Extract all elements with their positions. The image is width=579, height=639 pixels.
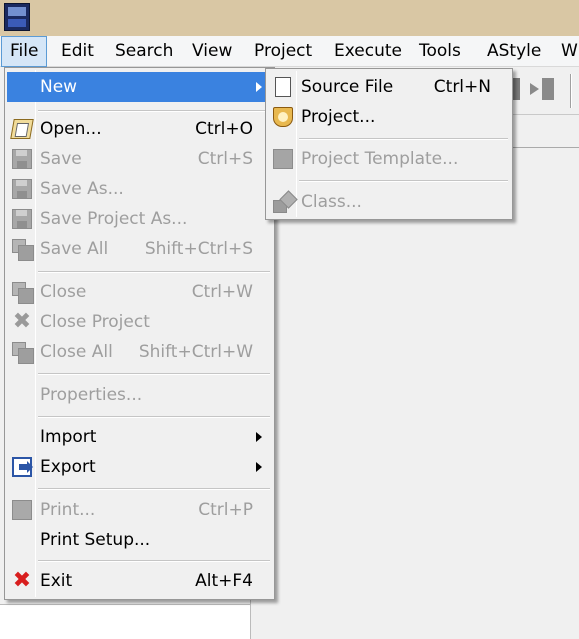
- save-as-icon: [12, 179, 32, 199]
- menu-separator: [38, 271, 270, 273]
- project-icon: [273, 107, 293, 127]
- menu-item-label: Project Template...: [301, 149, 459, 169]
- menu-item-label: Print...: [40, 500, 96, 520]
- menu-astyle[interactable]: AStyle: [479, 36, 549, 67]
- new-submenu: Source File Ctrl+N Project... Project Te…: [265, 68, 513, 220]
- menu-item-save-all[interactable]: Save All Shift+Ctrl+S: [7, 234, 272, 264]
- menu-item-label: Save Project As...: [40, 209, 188, 229]
- menu-window[interactable]: W: [553, 36, 579, 67]
- menu-item-label: Export: [40, 457, 96, 477]
- close-file-icon: [12, 282, 34, 304]
- project-browser-pane[interactable]: [0, 604, 250, 639]
- menu-item-label: Print Setup...: [40, 530, 151, 550]
- menu-item-label: Close All: [40, 342, 113, 362]
- project-template-icon: [273, 149, 293, 169]
- menu-item-class[interactable]: Class...: [268, 187, 510, 217]
- menu-item-label: Save As...: [40, 179, 124, 199]
- editor-area[interactable]: [250, 148, 579, 639]
- menu-file[interactable]: File: [1, 36, 48, 67]
- menu-item-project-template[interactable]: Project Template...: [268, 144, 510, 174]
- menu-item-open[interactable]: Open... Ctrl+O: [7, 114, 272, 144]
- class-icon: [273, 193, 295, 213]
- submenu-arrow-icon: [256, 432, 262, 442]
- menu-item-new[interactable]: New: [7, 72, 272, 102]
- menu-item-save-as[interactable]: Save As...: [7, 174, 272, 204]
- menu-search[interactable]: Search: [107, 36, 181, 67]
- step-forward-icon[interactable]: [530, 76, 556, 102]
- menu-item-label: Open...: [40, 119, 102, 139]
- menu-execute[interactable]: Execute: [326, 36, 410, 67]
- menu-item-close[interactable]: Close Ctrl+W: [7, 277, 272, 307]
- source-file-icon: [275, 77, 291, 97]
- title-bar: [0, 0, 579, 36]
- menu-tools[interactable]: Tools: [411, 36, 469, 67]
- menu-item-label: Properties...: [40, 385, 143, 405]
- menu-item-label: Source File: [301, 77, 394, 97]
- menu-bar: File Edit Search View Project Execute To…: [0, 36, 579, 67]
- menu-item-shortcut: Shift+Ctrl+W: [138, 342, 253, 362]
- menu-separator: [299, 138, 508, 140]
- menu-item-close-project[interactable]: ✖ Close Project: [7, 307, 272, 337]
- close-all-icon: [12, 342, 34, 364]
- exit-icon: ✖: [12, 568, 32, 593]
- print-icon: [12, 500, 32, 520]
- submenu-arrow-icon: [256, 462, 262, 472]
- menu-item-shortcut: Ctrl+O: [195, 119, 253, 139]
- save-project-as-icon: [12, 209, 32, 229]
- menu-item-shortcut: Ctrl+W: [191, 282, 253, 302]
- menu-item-print[interactable]: Print... Ctrl+P: [7, 495, 272, 525]
- menu-item-label: Save All: [40, 239, 109, 259]
- menu-separator: [299, 180, 508, 182]
- menu-separator: [38, 488, 270, 490]
- menu-edit[interactable]: Edit: [53, 36, 102, 67]
- menu-item-shortcut: Ctrl+N: [433, 77, 491, 97]
- menu-item-save[interactable]: Save Ctrl+S: [7, 144, 272, 174]
- save-all-icon: [12, 239, 34, 261]
- menu-item-label: New: [40, 77, 78, 97]
- menu-project[interactable]: Project: [246, 36, 320, 67]
- menu-item-label: Close Project: [40, 312, 150, 332]
- menu-item-shortcut: Shift+Ctrl+S: [144, 239, 253, 259]
- menu-item-exit[interactable]: ✖ Exit Alt+F4: [7, 566, 272, 596]
- menu-separator: [38, 416, 270, 418]
- menu-item-label: Class...: [301, 192, 362, 212]
- menu-item-label: Save: [40, 149, 82, 169]
- menu-item-properties[interactable]: Properties...: [7, 380, 272, 410]
- file-menu: New Open... Ctrl+O Save Ctrl+S Save As..…: [4, 67, 275, 600]
- menu-item-import[interactable]: Import: [7, 422, 272, 452]
- menu-item-source-file[interactable]: Source File Ctrl+N: [268, 72, 510, 102]
- menu-item-new-project[interactable]: Project...: [268, 102, 510, 132]
- menu-item-print-setup[interactable]: Print Setup...: [7, 525, 272, 555]
- menu-separator: [38, 560, 270, 562]
- submenu-arrow-icon: [256, 82, 262, 92]
- menu-item-export[interactable]: Export: [7, 452, 272, 482]
- menu-item-shortcut: Alt+F4: [195, 571, 253, 591]
- close-project-icon: ✖: [12, 309, 32, 334]
- menu-item-label: Close: [40, 282, 87, 302]
- menu-item-shortcut: Ctrl+P: [198, 500, 253, 520]
- menu-item-shortcut: Ctrl+S: [197, 149, 253, 169]
- open-folder-icon: [10, 119, 34, 139]
- menu-view[interactable]: View: [184, 36, 240, 67]
- toolbar-separator: [570, 74, 572, 108]
- menu-item-label: Project...: [301, 107, 376, 127]
- menu-item-label: Exit: [40, 571, 73, 591]
- menu-item-label: Import: [40, 427, 97, 447]
- save-icon: [12, 149, 32, 169]
- menu-separator: [38, 110, 270, 112]
- dev-cpp-logo-icon[interactable]: [4, 3, 30, 31]
- menu-item-close-all[interactable]: Close All Shift+Ctrl+W: [7, 337, 272, 367]
- export-icon: [12, 457, 33, 477]
- menu-separator: [38, 373, 270, 375]
- menu-item-save-project-as[interactable]: Save Project As...: [7, 204, 272, 234]
